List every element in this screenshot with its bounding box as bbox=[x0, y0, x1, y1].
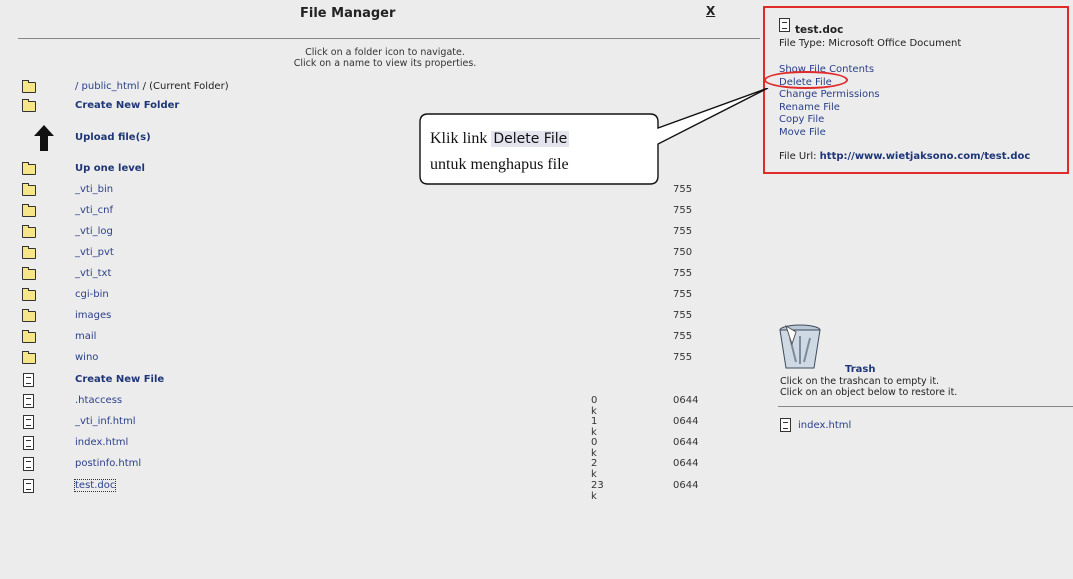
folder-icon[interactable] bbox=[22, 288, 36, 301]
trash-item-name[interactable]: index.html bbox=[798, 420, 851, 431]
folder-icon[interactable] bbox=[22, 225, 36, 238]
file-icon bbox=[23, 373, 34, 387]
file-icon bbox=[23, 415, 34, 429]
folder-name[interactable]: wino bbox=[75, 352, 98, 363]
folder-icon[interactable] bbox=[22, 267, 36, 280]
folder-icon[interactable] bbox=[22, 162, 36, 175]
rename-file-link[interactable]: Rename File bbox=[779, 102, 880, 115]
file-permission: 0644 bbox=[673, 480, 699, 491]
trash-instruction-1: Click on the trashcan to empty it. bbox=[780, 376, 940, 387]
file-permission: 0644 bbox=[673, 437, 699, 448]
create-folder-link[interactable]: Create New Folder bbox=[75, 100, 179, 111]
file-permission: 0644 bbox=[673, 458, 699, 469]
divider bbox=[18, 38, 760, 39]
folder-icon[interactable] bbox=[22, 351, 36, 364]
breadcrumb-link[interactable]: / public_html bbox=[75, 81, 139, 92]
create-file-link[interactable]: Create New File bbox=[75, 374, 164, 385]
file-name[interactable]: _vti_inf.html bbox=[75, 416, 135, 427]
instruction-line-1: Click on a folder icon to navigate. bbox=[305, 47, 465, 58]
trash-instruction-2: Click on an object below to restore it. bbox=[780, 387, 958, 398]
folder-icon[interactable] bbox=[22, 309, 36, 322]
breadcrumb: / public_html / (Current Folder) bbox=[75, 81, 229, 92]
folder-name[interactable]: cgi-bin bbox=[75, 289, 109, 300]
change-permissions-link[interactable]: Change Permissions bbox=[779, 89, 880, 102]
instruction-line-2: Click on a name to view its properties. bbox=[293, 58, 477, 69]
file-icon bbox=[779, 18, 790, 32]
trash-title: Trash bbox=[845, 364, 876, 375]
folder-permission: 755 bbox=[673, 268, 693, 279]
file-name[interactable]: .htaccess bbox=[75, 395, 122, 406]
file-icon bbox=[23, 394, 34, 408]
copy-file-link[interactable]: Copy File bbox=[779, 114, 880, 127]
upload-link[interactable]: Upload file(s) bbox=[75, 132, 151, 143]
file-icon bbox=[23, 479, 34, 493]
file-size: 2 k bbox=[591, 458, 598, 480]
delete-highlight-oval bbox=[764, 71, 848, 89]
folder-name[interactable]: _vti_cnf bbox=[75, 205, 113, 216]
file-size: 0 k bbox=[591, 395, 598, 417]
folder-permission: 755 bbox=[673, 205, 693, 216]
folder-name[interactable]: _vti_bin bbox=[75, 184, 113, 195]
folder-permission: 755 bbox=[673, 310, 693, 321]
file-name[interactable]: postinfo.html bbox=[75, 458, 141, 469]
callout-line-1: Klik link Delete File bbox=[430, 126, 570, 152]
folder-icon[interactable] bbox=[22, 99, 36, 112]
file-url-link[interactable]: http://www.wietjaksono.com/test.doc bbox=[820, 151, 1031, 162]
file-properties-panel: test.doc File Type: Microsoft Office Doc… bbox=[763, 6, 1069, 174]
selected-file-name: test.doc bbox=[795, 24, 844, 36]
close-icon[interactable]: X bbox=[706, 4, 715, 18]
folder-icon[interactable] bbox=[22, 80, 36, 93]
file-permission: 0644 bbox=[673, 416, 699, 427]
callout-line-2: untuk menghapus file bbox=[430, 156, 569, 173]
file-name[interactable]: test.doc bbox=[73, 479, 117, 492]
divider bbox=[778, 406, 1073, 407]
file-name[interactable]: index.html bbox=[75, 437, 128, 448]
file-size: 1 k bbox=[591, 416, 598, 438]
file-icon bbox=[23, 436, 34, 450]
folder-name[interactable]: _vti_pvt bbox=[75, 247, 114, 258]
callout-prefix: Klik link bbox=[430, 130, 492, 147]
file-url-label: File Url: bbox=[779, 151, 820, 162]
folder-name[interactable]: images bbox=[75, 310, 111, 321]
trash-icon[interactable] bbox=[776, 322, 828, 370]
folder-permission: 755 bbox=[673, 352, 693, 363]
file-type: File Type: Microsoft Office Document bbox=[779, 38, 962, 49]
file-size: 23 k bbox=[591, 480, 604, 502]
folder-icon[interactable] bbox=[22, 204, 36, 217]
folder-icon[interactable] bbox=[22, 330, 36, 343]
folder-permission: 755 bbox=[673, 331, 693, 342]
callout-text: Klik link Delete File untuk menghapus fi… bbox=[430, 126, 570, 177]
folder-name[interactable]: _vti_log bbox=[75, 226, 113, 237]
folder-icon[interactable] bbox=[22, 183, 36, 196]
folder-permission: 755 bbox=[673, 289, 693, 300]
upload-arrow-icon[interactable] bbox=[34, 125, 54, 151]
file-size: 0 k bbox=[591, 437, 598, 459]
file-permission: 0644 bbox=[673, 395, 699, 406]
file-icon bbox=[23, 457, 34, 471]
folder-permission: 755 bbox=[673, 226, 693, 237]
folder-icon[interactable] bbox=[22, 246, 36, 259]
breadcrumb-current: / (Current Folder) bbox=[139, 81, 229, 92]
callout-highlight: Delete File bbox=[491, 131, 570, 147]
folder-permission: 750 bbox=[673, 247, 693, 258]
up-level-link[interactable]: Up one level bbox=[75, 163, 145, 174]
folder-name[interactable]: mail bbox=[75, 331, 96, 342]
move-file-link[interactable]: Move File bbox=[779, 127, 880, 140]
folder-name[interactable]: _vti_txt bbox=[75, 268, 111, 279]
file-url: File Url: http://www.wietjaksono.com/tes… bbox=[779, 151, 1030, 162]
page-title: File Manager bbox=[300, 6, 396, 21]
trash-instructions: Click on the trashcan to empty it. Click… bbox=[780, 376, 957, 398]
file-icon bbox=[780, 418, 791, 432]
